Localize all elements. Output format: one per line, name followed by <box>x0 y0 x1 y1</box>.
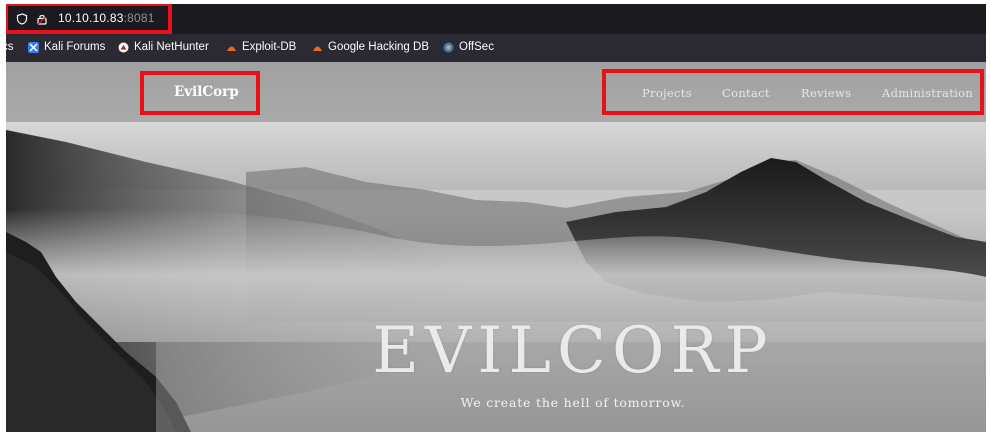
bookmarks-bar: cs Kali Forums Kali NetHunter Exploit-DB <box>6 34 986 62</box>
bookmark-label: Kali Forums <box>44 41 106 53</box>
hero-title: EVILCORP <box>6 314 986 388</box>
url-bar[interactable]: 10.10.10.83:8081 <box>6 4 986 34</box>
bookmark-label: Google Hacking DB <box>328 41 429 53</box>
hero-title-text: EVILCORP <box>372 314 774 388</box>
exploit-db-icon <box>227 46 236 51</box>
page-viewport: EvilCorp Projects Contact Reviews Admini… <box>6 62 986 432</box>
bookmark-label: Exploit-DB <box>242 41 297 53</box>
bookmark-offsec[interactable]: OffSec <box>443 41 494 53</box>
hero-subtitle: We create the hell of tomorrow. <box>6 395 986 410</box>
bookmark-truncated[interactable]: cs <box>6 41 14 53</box>
nav-highlight-box <box>602 69 984 115</box>
bookmark-label: Kali NetHunter <box>134 41 209 53</box>
bookmark-kali-forums[interactable]: Kali Forums <box>28 41 105 53</box>
browser-window: 10.10.10.83:8081 cs Kali Forums Kali Net… <box>6 4 986 432</box>
kali-forums-icon <box>28 41 39 53</box>
bookmark-google-hacking-db[interactable]: Google Hacking DB <box>312 41 429 53</box>
offsec-icon <box>443 42 454 52</box>
url-highlight-box <box>6 4 172 34</box>
brand-highlight-box <box>140 71 260 115</box>
site-navbar: EvilCorp Projects Contact Reviews Admini… <box>6 62 986 120</box>
bookmark-label: cs <box>6 41 14 53</box>
hero-subtitle-text: We create the hell of tomorrow. <box>460 395 686 410</box>
kali-nethunter-icon <box>118 42 129 52</box>
bookmark-kali-nethunter[interactable]: Kali NetHunter <box>118 41 209 53</box>
ghdb-icon <box>313 46 322 51</box>
bookmark-label: OffSec <box>459 41 494 53</box>
bookmark-exploit-db[interactable]: Exploit-DB <box>226 41 296 53</box>
